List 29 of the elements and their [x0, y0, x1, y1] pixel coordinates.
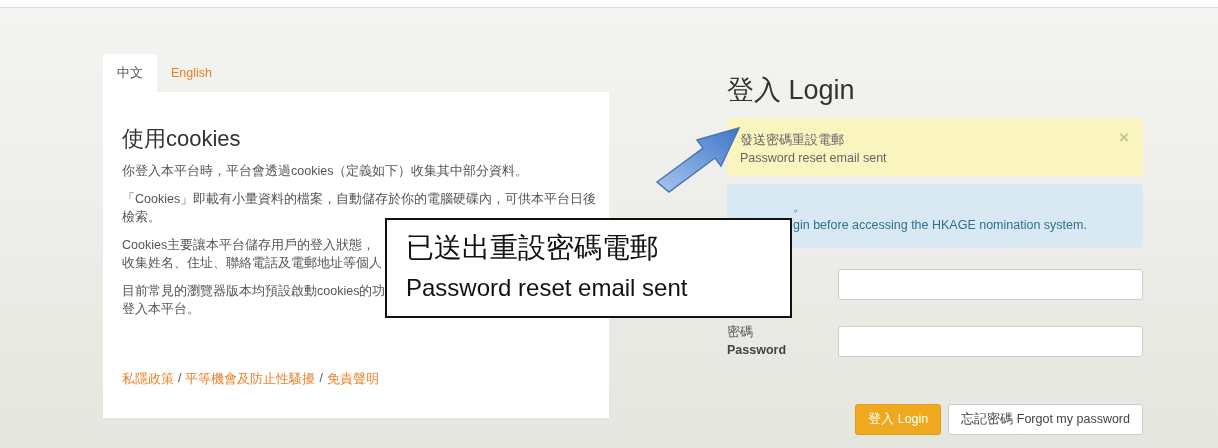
- paragraph-text: 登入本平台。: [122, 301, 200, 318]
- callout-text: Password reset email sent: [406, 273, 688, 303]
- paragraph-text: 「Cookies」即載有小量資料的檔案，自動儲存於你的電腦硬碟內，可供本平台日後: [122, 191, 597, 208]
- login-title: 登入 Login: [727, 74, 855, 107]
- paragraph-text: 你登入本平台時，平台會透過cookies（定義如下）收集其中部分資料。: [122, 163, 529, 180]
- link-separator: /: [178, 371, 182, 387]
- paragraph-text: Cookies主要讓本平台儲存用戶的登入狀態，: [122, 237, 376, 254]
- input-field[interactable]: [838, 269, 1143, 300]
- language-tab[interactable]: 中文: [103, 54, 157, 92]
- paragraph-text: 收集姓名、住址、聯絡電話及電郵地址等個人: [122, 255, 382, 272]
- callout-text: 已送出重設密碼電郵: [406, 231, 658, 265]
- close-button[interactable]: ×: [1119, 129, 1129, 146]
- paragraph-text: 目前常見的瀏覽器版本均預設啟動cookies的功: [122, 283, 386, 300]
- footer-link[interactable]: 免責聲明: [326, 371, 379, 388]
- language-tab[interactable]: English: [157, 54, 226, 92]
- field-label: Password: [727, 342, 787, 359]
- alert-text: 。: [793, 199, 806, 216]
- alert-text: gin before accessing the HKAGE nomination system.: [793, 217, 1087, 234]
- paragraph-text: 檢索。: [122, 209, 161, 226]
- alert-text: Password reset email sent: [740, 150, 887, 167]
- alert-text: 發送密碼重設電郵: [740, 132, 844, 149]
- forgot-password-button[interactable]: 忘記密碼 Forgot my password: [948, 404, 1143, 435]
- footer-link[interactable]: 私隱政策: [122, 371, 174, 388]
- login-button[interactable]: 登入 Login: [855, 404, 942, 435]
- link-separator: /: [319, 371, 323, 387]
- section-title: 使用cookies: [122, 125, 241, 153]
- input-field[interactable]: [838, 325, 1143, 357]
- footer-link[interactable]: 平等機會及防止性騷擾: [185, 371, 316, 388]
- field-label: 密碼: [727, 324, 753, 341]
